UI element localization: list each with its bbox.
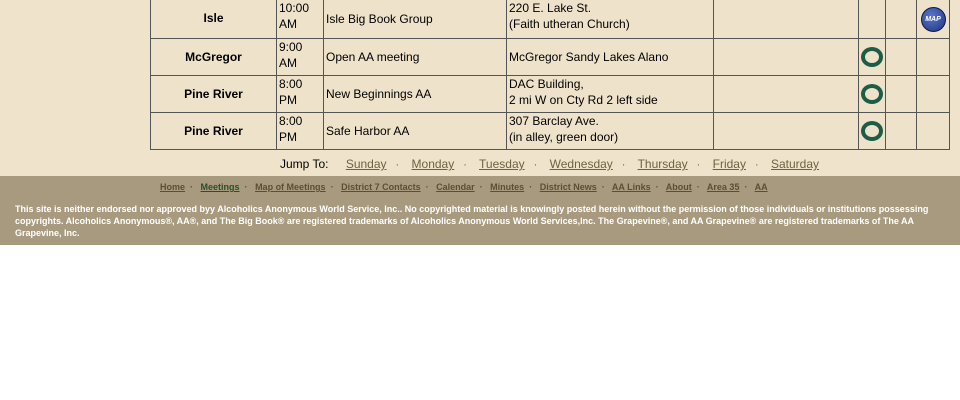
- table-row: Isle 10:00 AM Isle Big Book Group 220 E.…: [150, 0, 950, 39]
- nav-district-contacts-link[interactable]: District 7 Contacts: [341, 182, 421, 192]
- map-icon[interactable]: MAP: [920, 6, 946, 32]
- address-line-1: 220 E. Lake St.: [509, 1, 592, 15]
- separator: ·: [754, 159, 759, 171]
- time-cell: 8:00 PM: [276, 75, 324, 113]
- notes-cell: [713, 112, 859, 150]
- jump-wednesday-link[interactable]: Wednesday: [550, 157, 613, 171]
- open-badge-cell: [858, 75, 886, 113]
- separator: ·: [621, 159, 626, 171]
- time-value: 9:00: [279, 40, 303, 54]
- footer-nav: Home · Meetings · Map of Meetings · Distric…: [160, 182, 768, 192]
- map-cell: [916, 75, 950, 113]
- city-cell: McGregor: [150, 38, 277, 76]
- time-meridiem: AM: [279, 56, 297, 70]
- address-line-1: DAC Building,: [509, 77, 584, 91]
- address-line-1: McGregor Sandy Lakes Alano: [509, 50, 669, 64]
- extra-cell: [885, 112, 917, 150]
- extra-cell: [885, 75, 917, 113]
- separator: ·: [529, 182, 533, 192]
- address-cell: McGregor Sandy Lakes Alano: [506, 38, 714, 76]
- address-line-2: (in alley, green door): [509, 130, 619, 144]
- time-meridiem: PM: [279, 130, 297, 144]
- nav-home-link[interactable]: Home: [160, 182, 185, 192]
- jump-to-label: Jump To:: [280, 157, 329, 171]
- separator: ·: [395, 159, 400, 171]
- address-cell: DAC Building, 2 mi W on Cty Rd 2 left si…: [506, 75, 714, 113]
- time-meridiem: PM: [279, 93, 297, 107]
- separator: ·: [696, 182, 700, 192]
- open-badge-cell: [858, 0, 886, 39]
- nav-aa-link[interactable]: AA: [755, 182, 768, 192]
- nav-about-link[interactable]: About: [666, 182, 692, 192]
- open-badge-cell: [858, 112, 886, 150]
- time-value: 8:00: [279, 114, 303, 128]
- address-cell: 307 Barclay Ave. (in alley, green door): [506, 112, 714, 150]
- map-cell: [916, 112, 950, 150]
- address-line-1: 307 Barclay Ave.: [509, 114, 599, 128]
- time-meridiem: AM: [279, 17, 297, 31]
- notes-cell: [713, 38, 859, 76]
- separator: ·: [330, 182, 334, 192]
- address-line-2: (Faith utheran Church): [509, 17, 630, 31]
- separator: ·: [244, 182, 248, 192]
- site-footer: Home · Meetings · Map of Meetings · Distric…: [0, 176, 960, 245]
- open-badge-cell: [858, 38, 886, 76]
- map-cell: MAP: [916, 0, 950, 39]
- separator: ·: [190, 182, 194, 192]
- city-cell: Pine River: [150, 75, 277, 113]
- time-value: 8:00: [279, 77, 303, 91]
- city-cell: Pine River: [150, 112, 277, 150]
- meeting-name-cell: New Beginnings AA: [323, 75, 507, 113]
- separator: ·: [533, 159, 538, 171]
- open-meeting-icon: [861, 120, 883, 141]
- table-row: McGregor 9:00 AM Open AA meeting McGrego…: [150, 38, 950, 76]
- time-cell: 10:00 AM: [276, 0, 324, 39]
- extra-cell: [885, 38, 917, 76]
- nav-meetings-link[interactable]: Meetings: [201, 182, 240, 192]
- open-meeting-icon: [861, 83, 883, 104]
- jump-friday-link[interactable]: Friday: [713, 157, 746, 171]
- time-cell: 9:00 AM: [276, 38, 324, 76]
- meetings-table: Isle 10:00 AM Isle Big Book Group 220 E.…: [150, 0, 950, 150]
- extra-cell: [885, 0, 917, 39]
- city-cell: Isle: [150, 0, 277, 39]
- nav-district-news-link[interactable]: District News: [540, 182, 597, 192]
- separator: ·: [425, 182, 429, 192]
- jump-tuesday-link[interactable]: Tuesday: [479, 157, 525, 171]
- jump-to-bar: Jump To: Sunday · Monday · Tuesday · Wednes…: [280, 157, 819, 171]
- separator: ·: [655, 182, 659, 192]
- nav-area-35-link[interactable]: Area 35: [707, 182, 740, 192]
- address-line-2: 2 mi W on Cty Rd 2 left side: [509, 93, 658, 107]
- separator: ·: [463, 159, 467, 171]
- separator: ·: [696, 159, 701, 171]
- jump-monday-link[interactable]: Monday: [412, 157, 455, 171]
- nav-minutes-link[interactable]: Minutes: [490, 182, 524, 192]
- table-row: Pine River 8:00 PM New Beginnings AA DAC…: [150, 75, 950, 113]
- separator: ·: [744, 182, 748, 192]
- time-value: 10:00: [279, 1, 310, 15]
- meeting-name-cell: Safe Harbor AA: [323, 112, 507, 150]
- nav-aa-links-link[interactable]: AA Links: [612, 182, 651, 192]
- separator: ·: [601, 182, 605, 192]
- nav-calendar-link[interactable]: Calendar: [436, 182, 475, 192]
- jump-saturday-link[interactable]: Saturday: [771, 157, 819, 171]
- jump-sunday-link[interactable]: Sunday: [346, 157, 387, 171]
- table-row: Pine River 8:00 PM Safe Harbor AA 307 Ba…: [150, 112, 950, 150]
- notes-cell: [713, 75, 859, 113]
- disclaimer-text: This site is neither endorsed nor approv…: [15, 204, 929, 238]
- open-meeting-icon: [861, 46, 883, 67]
- meeting-name-cell: Open AA meeting: [323, 38, 507, 76]
- address-cell: 220 E. Lake St. (Faith utheran Church): [506, 0, 714, 39]
- nav-map-of-meetings-link[interactable]: Map of Meetings: [255, 182, 326, 192]
- separator: ·: [479, 182, 483, 192]
- meeting-name-cell: Isle Big Book Group: [323, 0, 507, 39]
- map-cell: [916, 38, 950, 76]
- jump-thursday-link[interactable]: Thursday: [638, 157, 688, 171]
- notes-cell: [713, 0, 859, 39]
- time-cell: 8:00 PM: [276, 112, 324, 150]
